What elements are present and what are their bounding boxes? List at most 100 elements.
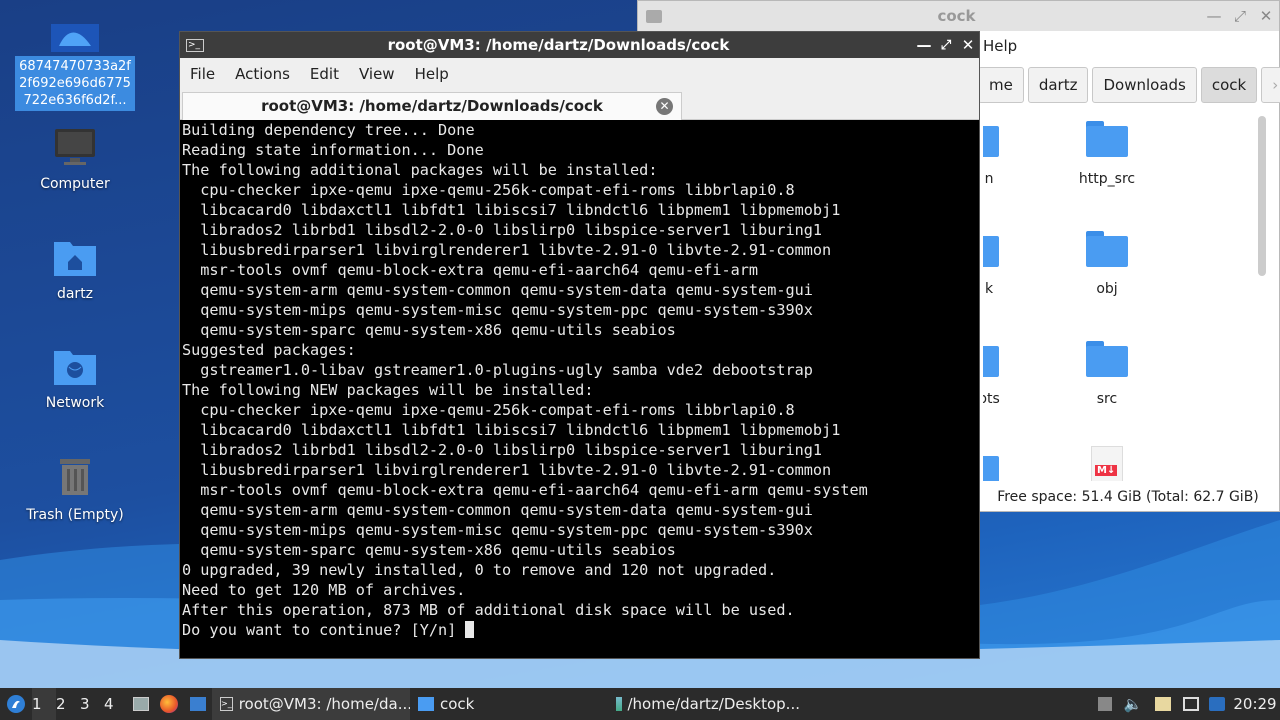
workspace-4[interactable]: 4 (104, 688, 128, 720)
folder-icon (1086, 341, 1128, 377)
task-label: /home/dartz/Desktop... (627, 695, 801, 713)
desktop-selected-file[interactable]: 68747470733a2f2f692e696d6775722e636f6d2f… (15, 24, 135, 111)
maximize-button[interactable]: ⤢ (1227, 7, 1253, 25)
folder-icon (983, 341, 999, 377)
folder-item[interactable]: obj (1057, 231, 1157, 297)
app-menu-icon (7, 695, 25, 713)
volume-button[interactable]: 🔈 (1118, 688, 1148, 720)
terminal-line: libcacard0 libdaxctl1 libfdt1 libiscsi7 … (182, 421, 841, 439)
folder-icon (1086, 231, 1128, 267)
scrollbar[interactable] (1258, 116, 1266, 276)
tab-label: root@VM3: /home/dartz/Downloads/cock (261, 97, 603, 115)
clock[interactable]: 20:29 (1230, 688, 1280, 720)
workspace-2[interactable]: 2 (56, 688, 80, 720)
terminal-line: Reading state information... Done (182, 141, 484, 159)
folder-item[interactable]: http_src (1057, 121, 1157, 187)
terminal-line: qemu-system-sparc qemu-system-x86 qemu-u… (182, 541, 676, 559)
update-notifier[interactable] (1204, 688, 1230, 720)
item-label: pts (983, 391, 1000, 407)
menu-help[interactable]: Help (415, 65, 449, 83)
network-tray-button[interactable] (1178, 688, 1204, 720)
item-label: n (984, 171, 994, 187)
desktop-icon-home[interactable]: dartz (15, 238, 135, 302)
folder-icon (1086, 121, 1128, 157)
terminal-line: The following additional packages will b… (182, 161, 658, 179)
file-manager-launcher[interactable] (184, 688, 212, 720)
markdown-file-item[interactable]: M↓ (1057, 446, 1157, 481)
folder-item[interactable]: k (983, 231, 1028, 297)
start-menu-button[interactable] (0, 688, 32, 720)
trash-icon (60, 459, 90, 495)
menu-edit[interactable]: Edit (310, 65, 339, 83)
item-label: k (984, 281, 994, 297)
folder-icon (983, 451, 999, 481)
terminal-line: qemu-system-mips qemu-system-misc qemu-s… (182, 521, 813, 539)
workspace-1[interactable]: 1 (32, 688, 56, 720)
folder-item[interactable]: n (983, 121, 1028, 187)
markdown-badge: M↓ (1095, 465, 1118, 476)
update-icon (1209, 697, 1225, 711)
firefox-icon (160, 695, 178, 713)
file-manager-titlebar[interactable]: cock — ⤢ ✕ (638, 1, 1279, 31)
path-crumb[interactable]: me (978, 67, 1024, 103)
terminal-line: qemu-system-arm qemu-system-common qemu-… (182, 501, 813, 519)
desktop-icon-label: Trash (Empty) (26, 507, 124, 523)
minimize-button[interactable]: — (1201, 7, 1227, 25)
menu-view[interactable]: View (359, 65, 395, 83)
show-desktop-button[interactable] (128, 688, 154, 720)
path-crumb-current[interactable]: cock (1200, 67, 1258, 103)
folder-item[interactable]: pts (983, 341, 1028, 407)
menu-file[interactable]: File (190, 65, 215, 83)
task-terminal[interactable]: >_ root@VM3: /home/da... (212, 688, 410, 720)
path-crumb[interactable]: dartz (1027, 67, 1089, 103)
path-next-icon[interactable]: › (1261, 67, 1280, 103)
firefox-launcher[interactable] (154, 688, 184, 720)
close-tab-icon[interactable]: ✕ (656, 98, 673, 115)
desktop-icon-trash[interactable]: Trash (Empty) (15, 455, 135, 523)
terminal-icon: >_ (220, 697, 233, 711)
terminal-line: msr-tools ovmf qemu-block-extra qemu-efi… (182, 481, 868, 499)
menu-bar: File Actions Edit View Help (180, 58, 979, 90)
network-icon (1183, 697, 1199, 711)
close-button[interactable]: ✕ (1253, 7, 1279, 25)
window-title: cock (937, 7, 976, 25)
item-label: http_src (1078, 171, 1136, 187)
task-image-viewer[interactable]: /home/dartz/Desktop... (608, 688, 808, 720)
maximize-button[interactable]: ⤢ (935, 38, 957, 53)
item-label: src (1096, 391, 1118, 407)
image-icon (616, 697, 622, 711)
path-bar: me dartz Downloads cock › (978, 67, 1280, 103)
folder-item[interactable] (983, 451, 1028, 481)
terminal-line: qemu-system-mips qemu-system-misc qemu-s… (182, 301, 813, 319)
terminal-line: libusbredirparser1 libvirglrenderer1 lib… (182, 241, 832, 259)
folder-icon (983, 231, 999, 267)
clipboard-button[interactable] (1148, 688, 1178, 720)
terminal-line: Building dependency tree... Done (182, 121, 475, 139)
terminal-titlebar[interactable]: >_ root@VM3: /home/dartz/Downloads/cock … (180, 32, 979, 58)
menu-help[interactable]: Help (983, 31, 1017, 61)
status-bar: Free space: 51.4 GiB (Total: 62.7 GiB) (997, 489, 1259, 505)
folder-icon (983, 121, 999, 157)
path-crumb[interactable]: Downloads (1092, 67, 1197, 103)
tab-terminal[interactable]: root@VM3: /home/dartz/Downloads/cock ✕ (182, 92, 682, 120)
workspace-3[interactable]: 3 (80, 688, 104, 720)
close-button[interactable]: ✕ (957, 36, 979, 54)
terminal-line: After this operation, 873 MB of addition… (182, 601, 795, 619)
terminal-output[interactable]: Building dependency tree... Done Reading … (180, 120, 979, 657)
folder-item[interactable]: src (1057, 341, 1157, 407)
task-label: root@VM3: /home/da... (238, 695, 410, 713)
menu-actions[interactable]: Actions (235, 65, 290, 83)
terminal-line: cpu-checker ipxe-qemu ipxe-qemu-256k-com… (182, 401, 795, 419)
terminal-prompt-line: Do you want to continue? [Y/n] (182, 620, 979, 640)
desktop-icon-label: dartz (56, 286, 94, 302)
desktop-icon-label: Computer (40, 176, 110, 192)
minimize-button[interactable]: — (913, 36, 935, 54)
folder-icon (646, 9, 662, 23)
task-file-manager[interactable]: cock (410, 688, 608, 720)
desktop-icon-network[interactable]: Network (15, 347, 135, 411)
terminal-line: qemu-system-arm qemu-system-common qemu-… (182, 281, 813, 299)
tray-expand-button[interactable] (1092, 688, 1118, 720)
folder-icon (418, 697, 434, 711)
terminal-line: gstreamer1.0-libav gstreamer1.0-plugins-… (182, 361, 813, 379)
desktop-icon-computer[interactable]: Computer (15, 128, 135, 192)
